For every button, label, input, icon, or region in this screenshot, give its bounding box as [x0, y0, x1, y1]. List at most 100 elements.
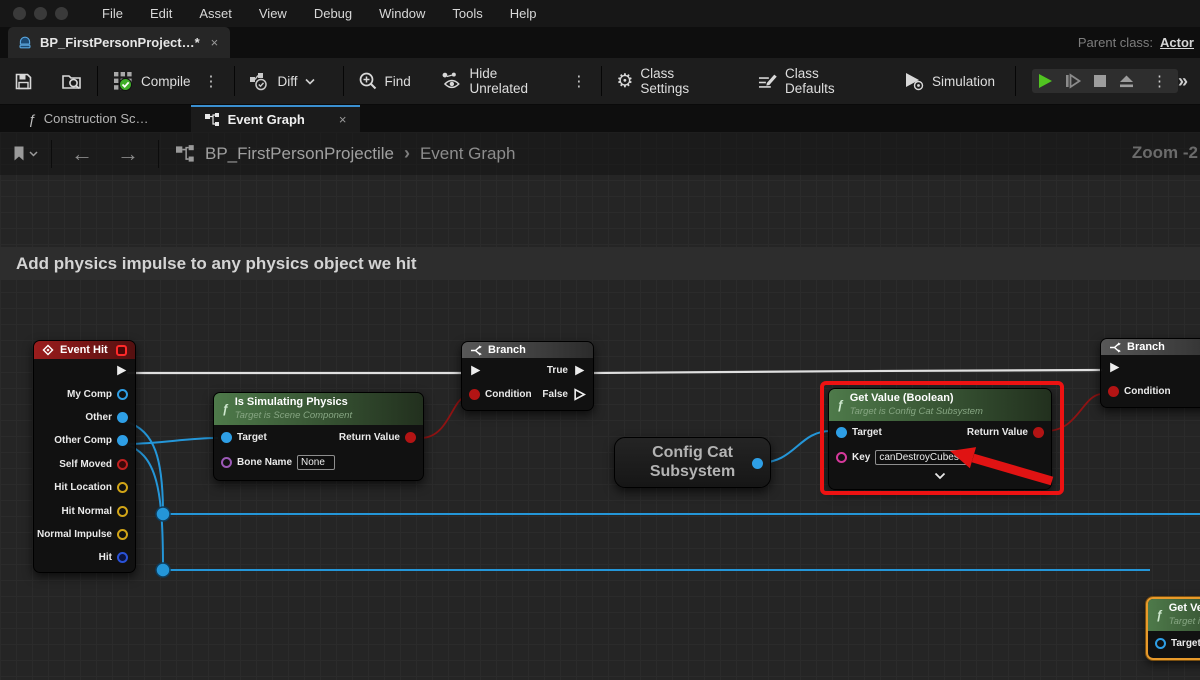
pin-condition[interactable]: Condition: [1108, 386, 1171, 397]
toolbar-overflow-icon[interactable]: »: [1178, 71, 1188, 92]
pin-label: Condition: [1124, 386, 1171, 397]
bone-name-field[interactable]: [297, 455, 335, 470]
class-settings-button[interactable]: ⚙ Class Settings: [610, 60, 731, 102]
exec-in-pin[interactable]: [1108, 361, 1121, 374]
node-event-hit[interactable]: Event Hit My Comp Other Other Comp Self …: [33, 340, 136, 573]
branch-icon: [470, 345, 482, 356]
window-close-button[interactable]: [13, 7, 26, 20]
menu-item-file[interactable]: File: [102, 6, 123, 21]
compile-button[interactable]: Compile: [106, 64, 197, 98]
node-config-cat-subsystem[interactable]: Config Cat Subsystem: [614, 437, 771, 488]
find-button[interactable]: Find: [352, 65, 417, 97]
menu-item-view[interactable]: View: [259, 6, 287, 21]
save-icon: [14, 72, 33, 91]
bookmark-icon: [12, 145, 26, 162]
hide-unrelated-button[interactable]: Hide Unrelated: [435, 60, 565, 102]
function-icon: ƒ: [222, 402, 229, 416]
pin-label: Return Value: [339, 432, 400, 443]
pin-hit[interactable]: Hit: [34, 546, 135, 569]
node-title: Event Hit: [60, 344, 108, 356]
play-options-kebab-icon[interactable]: ⋮: [1145, 72, 1174, 90]
pin-return-value[interactable]: Return Value: [967, 427, 1044, 438]
parent-class: Parent class: Actor: [1078, 35, 1194, 50]
menu-item-edit[interactable]: Edit: [150, 6, 172, 21]
browse-asset-button[interactable]: [55, 66, 89, 97]
event-graph-tab-close-icon[interactable]: ×: [339, 112, 347, 127]
node-get-velocity[interactable]: ƒ Get Vel Target i Target: [1146, 597, 1200, 660]
asset-tab-blueprint[interactable]: BP_FirstPersonProject…* ×: [8, 27, 230, 58]
pin-hit-location[interactable]: Hit Location: [34, 476, 135, 499]
compile-options-kebab-icon[interactable]: ⋮: [197, 72, 226, 90]
pin-other[interactable]: Other: [34, 406, 135, 429]
back-icon[interactable]: ←: [59, 141, 105, 167]
pin-return-value[interactable]: Return Value: [339, 432, 416, 443]
hide-unrelated-label: Hide Unrelated: [469, 66, 558, 96]
node-branch-left[interactable]: Branch True Condition False: [461, 341, 594, 411]
parent-class-link[interactable]: Actor: [1160, 35, 1194, 50]
menu-item-help[interactable]: Help: [510, 6, 537, 21]
pin-hit-normal[interactable]: Hit Normal: [34, 499, 135, 522]
node-subtitle: Target i: [1169, 616, 1200, 628]
chevron-down-icon: [305, 78, 315, 85]
object-pin-icon: [1155, 638, 1166, 649]
forward-icon[interactable]: →: [105, 141, 151, 167]
expand-advanced-button[interactable]: [829, 470, 1051, 484]
pin-bone-name[interactable]: Bone Name: [214, 450, 423, 476]
string-pin-icon: [836, 452, 847, 463]
simulation-button[interactable]: Simulation: [897, 65, 1001, 97]
bookmarks-button[interactable]: [6, 145, 44, 162]
toolbar-separator: [601, 66, 602, 96]
object-pin-icon[interactable]: [752, 458, 763, 469]
menu-item-asset[interactable]: Asset: [199, 6, 232, 21]
pin-key[interactable]: Key: [829, 445, 1051, 470]
tab-construction-script[interactable]: ƒ Construction Sc…: [14, 105, 163, 132]
frame-skip-icon[interactable]: [1064, 72, 1082, 90]
hide-unrelated-icon: [441, 71, 463, 91]
eject-icon[interactable]: [1118, 73, 1135, 89]
pin-my-comp[interactable]: My Comp: [34, 382, 135, 405]
menu-bar: File Edit Asset View Debug Window Tools …: [0, 0, 1200, 27]
node-is-simulating-physics[interactable]: ƒ Is Simulating Physics Target is Scene …: [213, 392, 424, 481]
window-minimize-button[interactable]: [34, 7, 47, 20]
save-button[interactable]: [8, 66, 39, 97]
toolbar-separator: [343, 66, 344, 96]
exec-in-pin[interactable]: [469, 364, 482, 377]
diff-button[interactable]: Diff: [243, 65, 321, 97]
window-zoom-button[interactable]: [55, 7, 68, 20]
breadcrumb-root[interactable]: BP_FirstPersonProjectile: [205, 144, 394, 164]
tab-event-graph[interactable]: Event Graph ×: [191, 105, 361, 132]
comment-node[interactable]: Add physics impulse to any physics objec…: [0, 247, 1200, 280]
pin-other-comp[interactable]: Other Comp: [34, 429, 135, 452]
pin-self-moved[interactable]: Self Moved: [34, 453, 135, 476]
name-pin-icon: [221, 457, 232, 468]
pin-false[interactable]: False: [542, 388, 586, 401]
menu-item-window[interactable]: Window: [379, 6, 425, 21]
key-field[interactable]: [875, 450, 967, 465]
compile-icon: [112, 70, 134, 92]
pin-true[interactable]: True: [547, 364, 586, 377]
struct-pin-icon: [117, 552, 128, 563]
hide-unrelated-kebab-icon[interactable]: ⋮: [564, 72, 593, 90]
asset-tab-close-icon[interactable]: ×: [211, 35, 219, 50]
node-subtitle: Target is Scene Component: [235, 410, 352, 422]
pin-condition[interactable]: Condition: [469, 389, 532, 400]
pin-target[interactable]: Target: [836, 427, 882, 438]
node-subtitle: Target is Config Cat Subsystem: [850, 406, 983, 418]
node-header: ƒ Is Simulating Physics Target is Scene …: [214, 393, 423, 425]
stop-icon[interactable]: [1092, 73, 1108, 89]
pin-target[interactable]: Target: [1148, 631, 1200, 657]
pin-target[interactable]: Target: [221, 432, 267, 443]
pin-normal-impulse[interactable]: Normal Impulse: [34, 523, 135, 546]
menu-item-tools[interactable]: Tools: [452, 6, 482, 21]
node-branch-right[interactable]: Branch True Condition False: [1100, 338, 1200, 408]
node-get-value-boolean[interactable]: ƒ Get Value (Boolean) Target is Config C…: [828, 388, 1052, 490]
play-icon[interactable]: [1036, 72, 1054, 90]
nav-separator: [51, 140, 52, 168]
class-defaults-button[interactable]: Class Defaults: [751, 60, 877, 102]
breadcrumb-current[interactable]: Event Graph: [420, 144, 515, 164]
node-title: Branch: [1127, 341, 1165, 353]
pin-label: My Comp: [67, 389, 112, 400]
node-header: Branch: [1101, 339, 1200, 355]
menu-item-debug[interactable]: Debug: [314, 6, 352, 21]
pin-exec-out[interactable]: [34, 359, 135, 382]
